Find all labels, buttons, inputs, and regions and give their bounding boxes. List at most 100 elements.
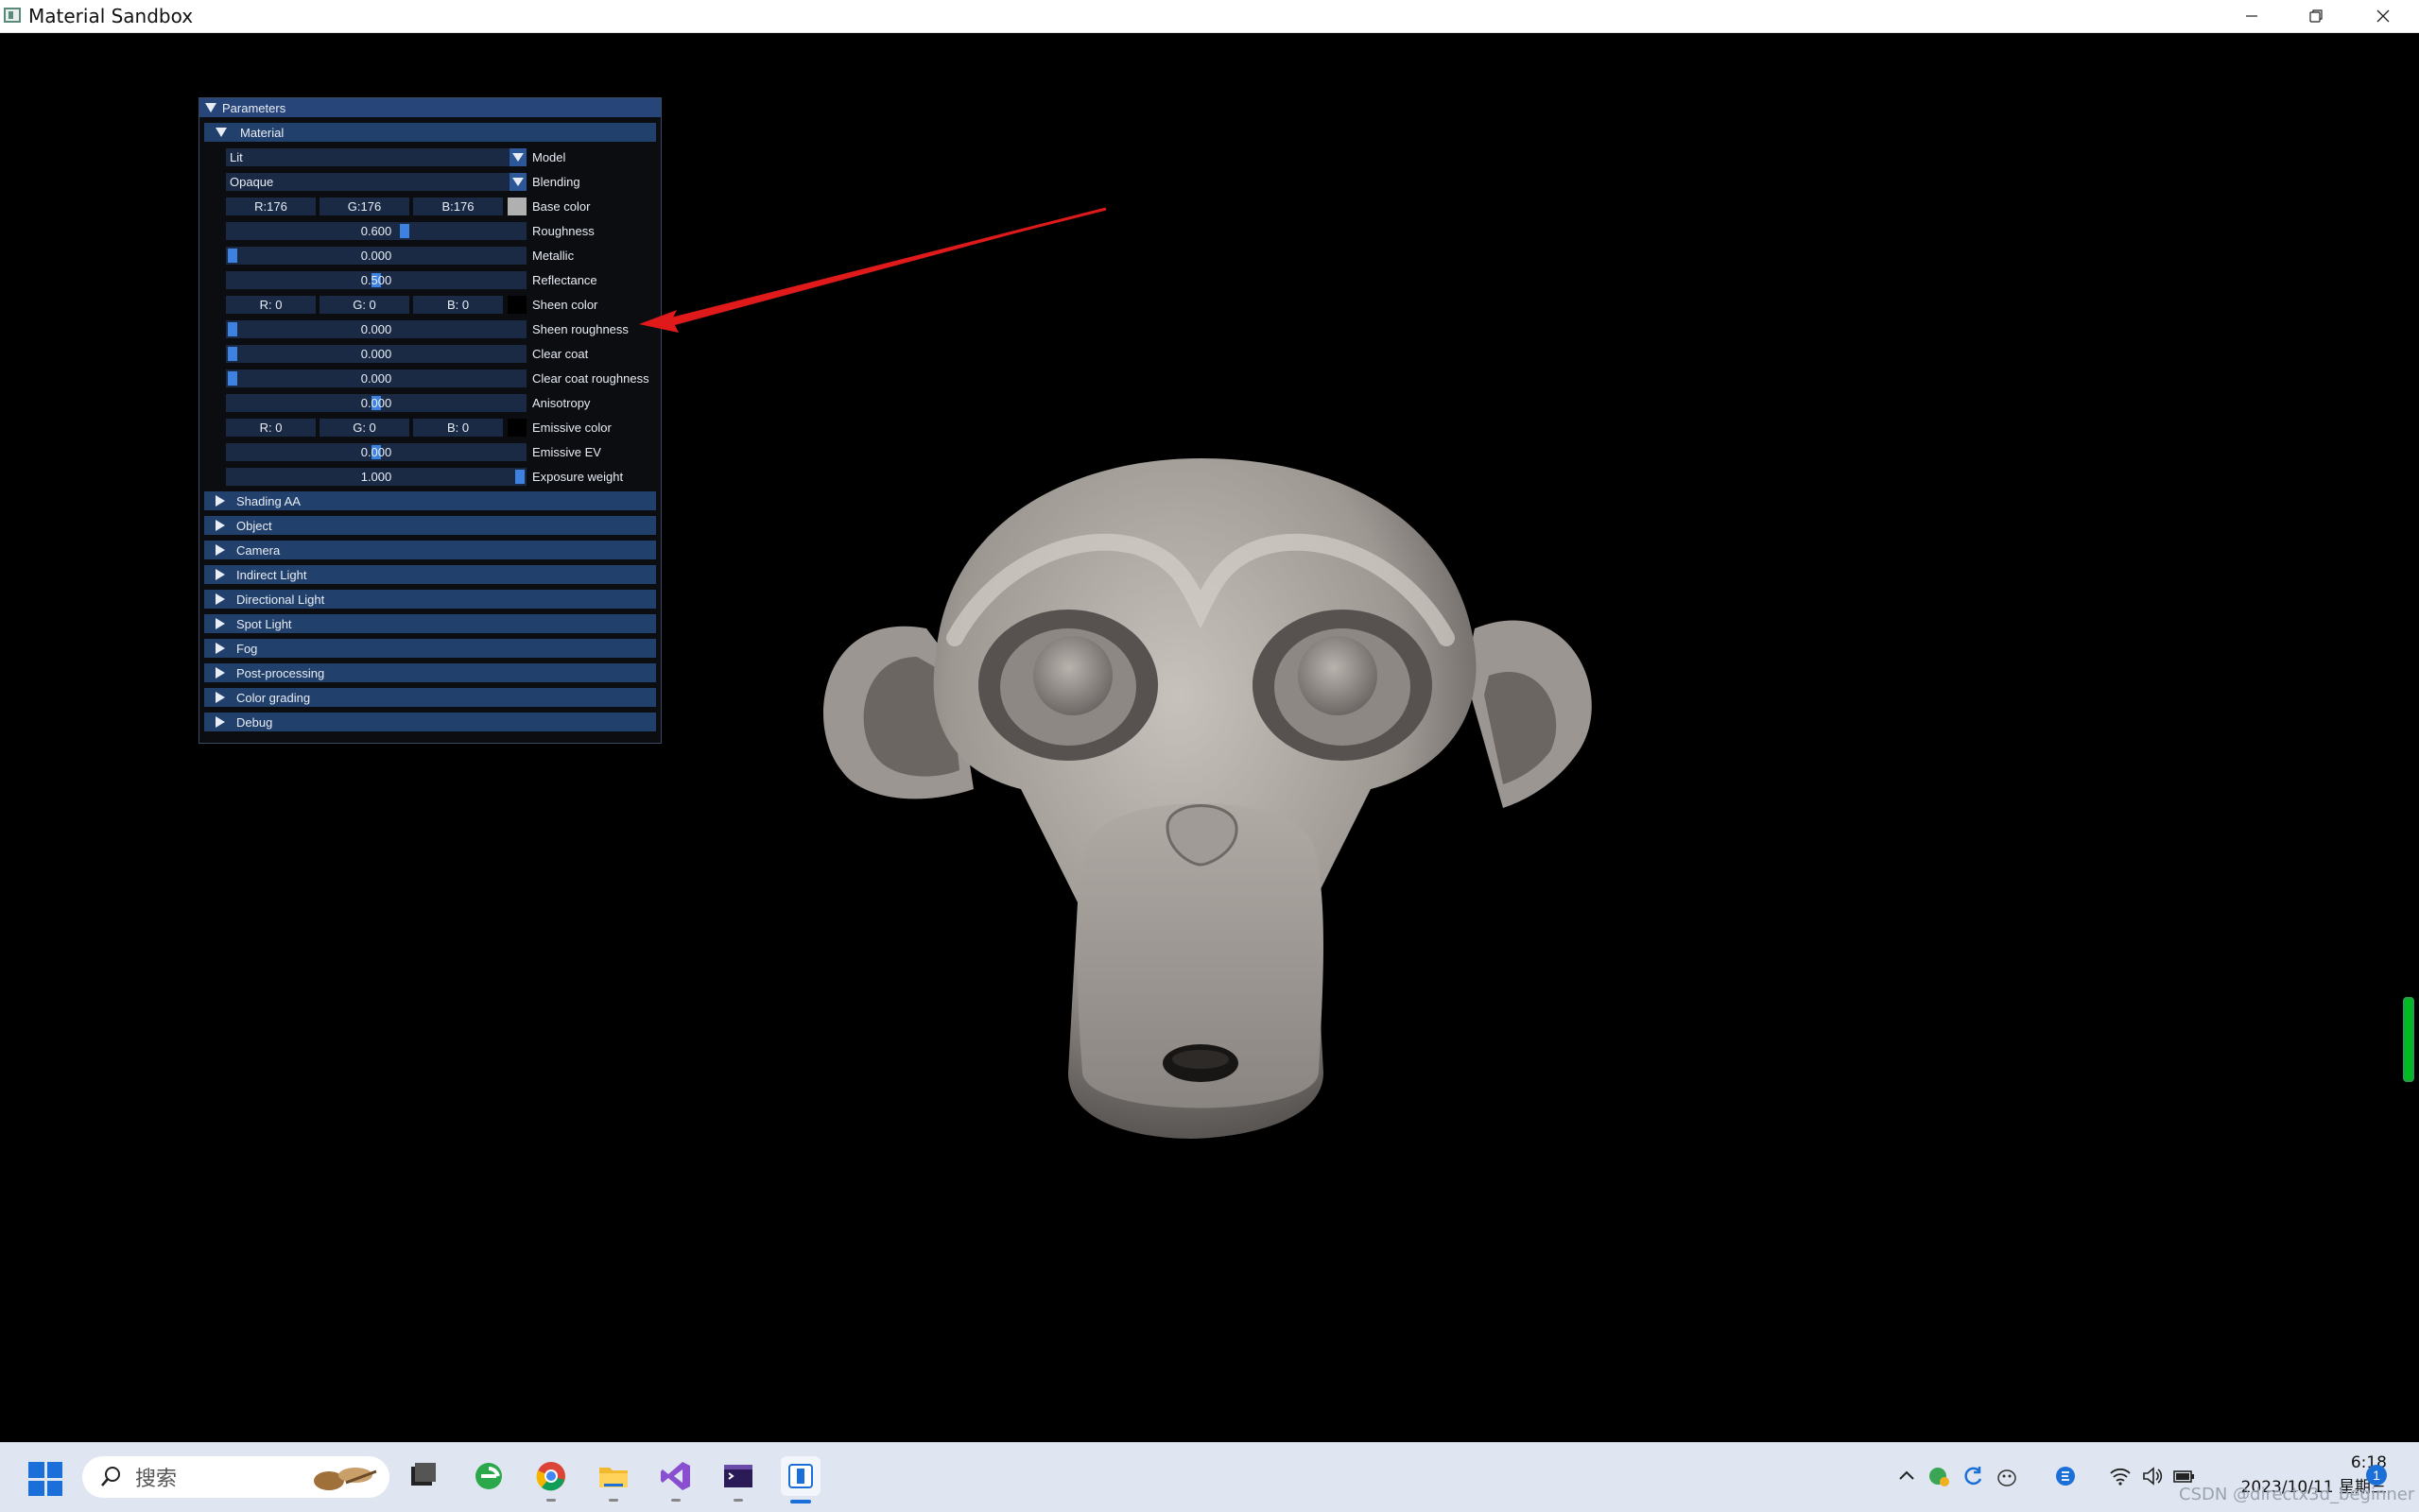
- section-indirect-light[interactable]: Indirect Light: [204, 565, 656, 584]
- exposure-weight-value: 1.000: [360, 470, 392, 484]
- slider-grab[interactable]: [400, 224, 410, 238]
- section-fog[interactable]: Fog: [204, 639, 656, 658]
- section-directional-light[interactable]: Directional Light: [204, 590, 656, 609]
- emissive-color-row: R: 0 G: 0 B: 0 Emissive color: [226, 418, 661, 437]
- exposure-weight-slider[interactable]: 1.000: [226, 468, 527, 486]
- visual-studio-icon: [661, 1462, 690, 1490]
- dropdown-arrow-icon[interactable]: [510, 148, 527, 166]
- base-color-swatch[interactable]: [508, 198, 527, 215]
- expand-triangle-icon: [216, 716, 225, 728]
- anisotropy-slider[interactable]: 0.000: [226, 394, 527, 412]
- taskbar-visual-studio[interactable]: [656, 1456, 696, 1502]
- monkey-head-model[interactable]: [785, 411, 1616, 1139]
- base-color-row: R:176 G:176 B:176 Base color: [226, 197, 661, 215]
- sheen-color-g[interactable]: G: 0: [320, 296, 409, 314]
- folder-icon: [599, 1468, 628, 1487]
- emissive-color-g[interactable]: G: 0: [320, 419, 409, 437]
- clear-coat-slider[interactable]: 0.000: [226, 345, 527, 363]
- tray-overflow[interactable]: [1894, 1462, 1919, 1490]
- roughness-label: Roughness: [532, 224, 595, 238]
- close-button[interactable]: [2351, 0, 2415, 32]
- section-label: Camera: [236, 542, 281, 558]
- sheen-color-swatch[interactable]: [508, 296, 527, 314]
- roughness-row: 0.600 Roughness: [226, 221, 661, 240]
- taskbar-chrome[interactable]: [531, 1456, 571, 1502]
- parameters-panel: Parameters Material Lit Model Opaque Ble…: [199, 97, 662, 744]
- base-color-b[interactable]: B:176: [413, 198, 503, 215]
- section-label: Material: [240, 125, 285, 140]
- section-color-grading[interactable]: Color grading: [204, 688, 656, 707]
- taskbar-search[interactable]: 搜索: [82, 1456, 389, 1498]
- exposure-weight-label: Exposure weight: [532, 470, 624, 484]
- metallic-row: 0.000 Metallic: [226, 246, 661, 265]
- notification-badge[interactable]: 1: [2366, 1465, 2387, 1486]
- tray-wifi[interactable]: [2108, 1462, 2133, 1490]
- parameters-header[interactable]: Parameters: [199, 98, 661, 117]
- blending-combo[interactable]: Opaque: [226, 173, 527, 191]
- terminal-icon: [724, 1465, 752, 1487]
- emissive-ev-value: 0.000: [360, 445, 392, 459]
- emissive-ev-slider[interactable]: 0.000: [226, 443, 527, 461]
- emissive-ev-label: Emissive EV: [532, 445, 601, 459]
- clear-coat-value: 0.000: [360, 347, 392, 361]
- section-shading-aa[interactable]: Shading AA: [204, 491, 656, 510]
- edge-browser-icon: [475, 1463, 502, 1489]
- slider-grab[interactable]: [228, 249, 237, 263]
- slider-grab[interactable]: [228, 347, 237, 361]
- tray-input-method[interactable]: [2053, 1462, 2078, 1490]
- reflectance-slider[interactable]: 0.500: [226, 271, 527, 289]
- sheen-roughness-row: 0.000 Sheen roughness: [226, 319, 661, 338]
- app-icon: [4, 8, 21, 23]
- section-camera[interactable]: Camera: [204, 541, 656, 559]
- sheen-roughness-slider[interactable]: 0.000: [226, 320, 527, 338]
- section-object[interactable]: Object: [204, 516, 656, 535]
- emissive-color-r[interactable]: R: 0: [226, 419, 316, 437]
- base-color-g[interactable]: G:176: [320, 198, 409, 215]
- minimize-icon: [2246, 15, 2257, 17]
- restore-button[interactable]: [2284, 0, 2348, 32]
- slider-grab[interactable]: [228, 371, 237, 386]
- section-debug[interactable]: Debug: [204, 713, 656, 731]
- section-material[interactable]: Material: [204, 123, 656, 142]
- sheen-color-b[interactable]: B: 0: [413, 296, 503, 314]
- taskbar-file-explorer[interactable]: [594, 1456, 633, 1502]
- taskbar-edge[interactable]: [469, 1456, 509, 1496]
- task-view-icon: [411, 1463, 436, 1486]
- restore-icon: [2309, 9, 2323, 23]
- roughness-slider[interactable]: 0.600: [226, 222, 527, 240]
- taskbar-material-sandbox[interactable]: [781, 1456, 821, 1503]
- anisotropy-label: Anisotropy: [532, 396, 591, 410]
- dropdown-arrow-icon[interactable]: [510, 173, 527, 191]
- blending-label: Blending: [532, 175, 580, 189]
- emissive-color-b[interactable]: B: 0: [413, 419, 503, 437]
- blending-row: Opaque Blending: [226, 172, 661, 191]
- exposure-weight-row: 1.000 Exposure weight: [226, 467, 661, 486]
- tray-app-3[interactable]: [1995, 1462, 2019, 1490]
- tray-volume[interactable]: [2140, 1462, 2165, 1490]
- metallic-value: 0.000: [360, 249, 392, 263]
- emissive-color-swatch[interactable]: [508, 419, 527, 437]
- taskbar-terminal[interactable]: [718, 1456, 758, 1502]
- section-spot-light[interactable]: Spot Light: [204, 614, 656, 633]
- slider-grab[interactable]: [228, 322, 237, 336]
- clear-coat-roughness-label: Clear coat roughness: [532, 371, 649, 386]
- model-combo[interactable]: Lit: [226, 148, 527, 166]
- start-button[interactable]: [28, 1462, 62, 1496]
- expand-triangle-icon: [216, 544, 225, 556]
- minimize-button[interactable]: [2220, 0, 2284, 32]
- close-icon: [2376, 9, 2390, 23]
- speaker-icon: [2143, 1467, 2163, 1486]
- search-placeholder: 搜索: [135, 1468, 178, 1491]
- tray-app-2[interactable]: [1961, 1462, 1985, 1490]
- slider-grab[interactable]: [515, 470, 525, 484]
- collapse-triangle-icon: [205, 103, 216, 112]
- sheen-color-r[interactable]: R: 0: [226, 296, 316, 314]
- base-color-r[interactable]: R:176: [226, 198, 316, 215]
- expand-triangle-icon: [216, 618, 225, 629]
- section-label: Object: [236, 518, 272, 533]
- metallic-slider[interactable]: 0.000: [226, 247, 527, 265]
- section-post-processing[interactable]: Post-processing: [204, 663, 656, 682]
- taskbar-task-view[interactable]: [403, 1456, 442, 1496]
- clear-coat-roughness-slider[interactable]: 0.000: [226, 369, 527, 387]
- tray-app-1[interactable]: [1927, 1462, 1951, 1490]
